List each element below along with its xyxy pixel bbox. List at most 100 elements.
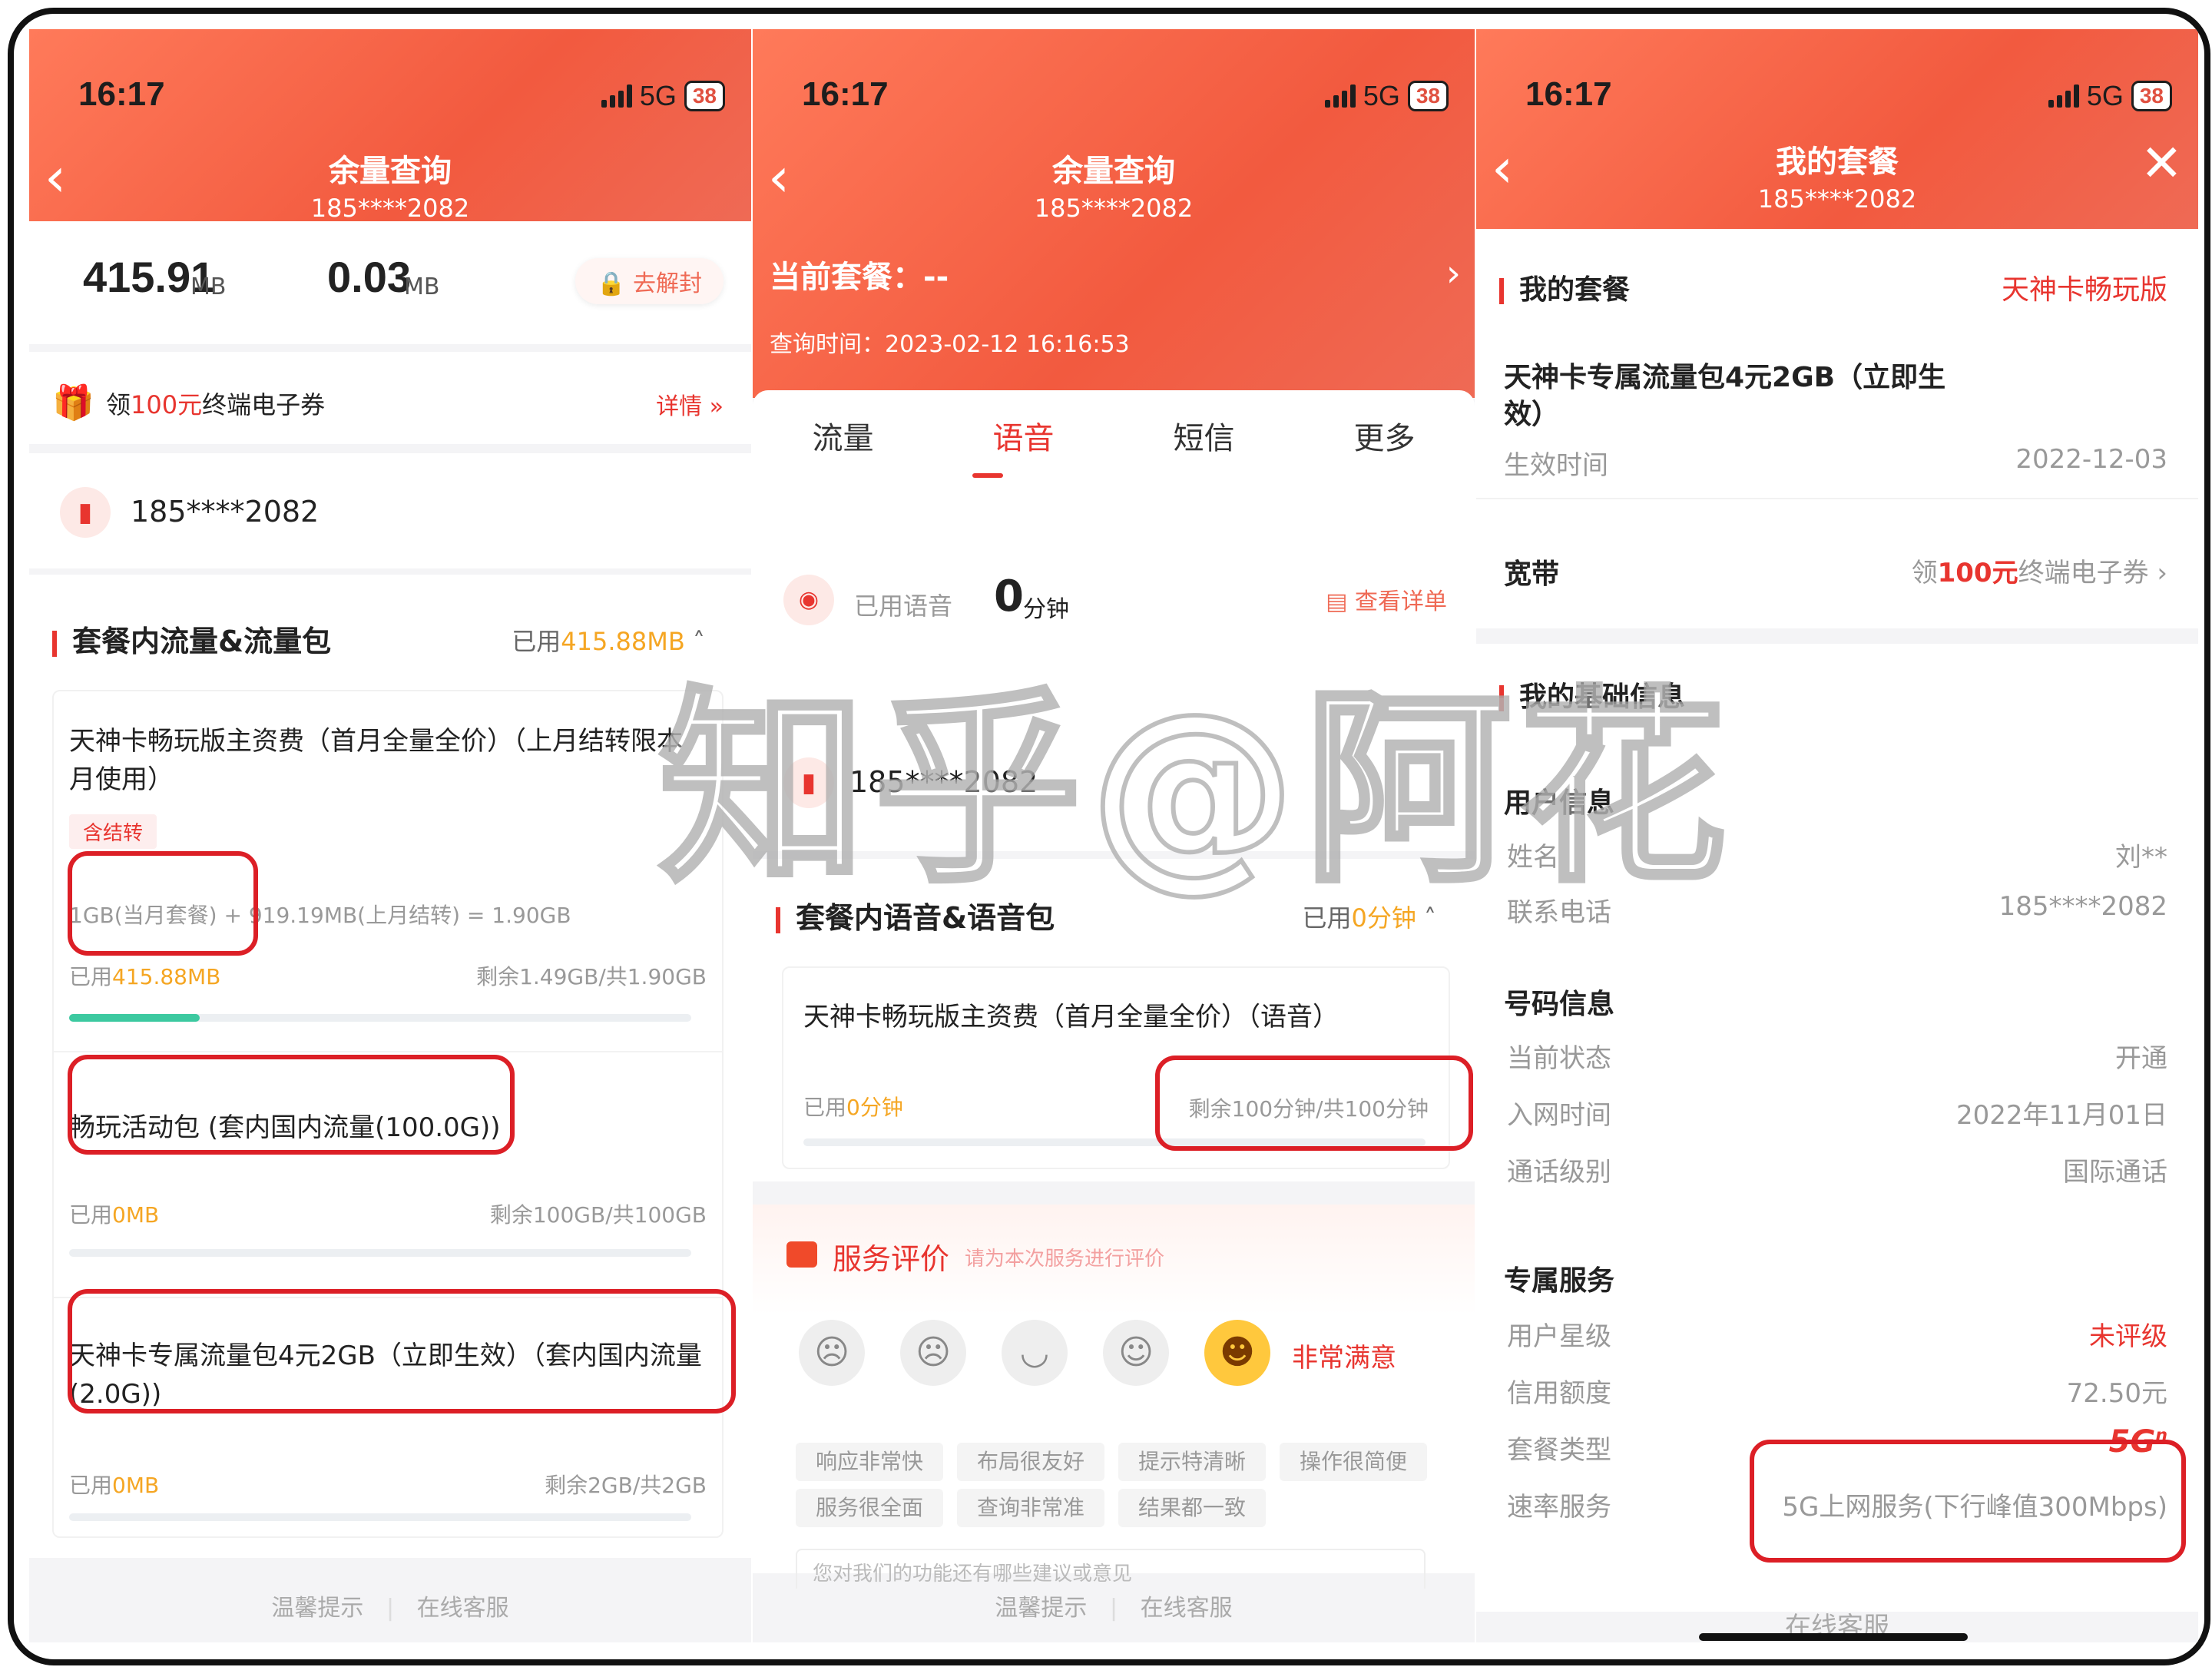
coupon-amount: 100元: [131, 390, 203, 419]
join-label: 入网时间: [1507, 1100, 1611, 1131]
rating-tag[interactable]: 服务很全面: [796, 1489, 944, 1527]
gift-icon: 🎁: [52, 383, 94, 423]
current-plan[interactable]: 当前套餐：--: [770, 252, 949, 297]
annotation-circle: [68, 1055, 515, 1155]
back-icon[interactable]: ‹: [768, 151, 790, 204]
smile-face-icon[interactable]: ☺: [1103, 1320, 1169, 1386]
section-marker: [52, 630, 57, 657]
chevron-right-icon[interactable]: ›: [1446, 252, 1461, 295]
plan-value: --: [923, 260, 949, 295]
item1-used: 已用415.88MB: [69, 960, 220, 991]
status-time: 16:17: [1525, 75, 1612, 113]
close-icon[interactable]: ✕: [2141, 138, 2183, 189]
back-icon[interactable]: ‹: [1492, 141, 1513, 195]
battery-icon: 38: [684, 81, 725, 111]
state-label: 当前状态: [1507, 1043, 1611, 1074]
network-label: 5G: [1363, 80, 1400, 111]
item3-progress: [69, 1513, 691, 1521]
signal-icon: [1324, 85, 1356, 108]
divider: [1476, 498, 2198, 499]
rating-tag[interactable]: 结果都一致: [1118, 1489, 1267, 1527]
feedback-input[interactable]: 您对我们的功能还有哪些建议或意见: [796, 1549, 1426, 1595]
back-icon[interactable]: ‹: [45, 151, 66, 204]
call-value: 国际通话: [2063, 1157, 2167, 1188]
broadband-coupon[interactable]: 领100元终端电子券 ›: [1912, 552, 2167, 589]
footer-divider: |: [386, 1595, 395, 1622]
number-info-title: 号码信息: [1504, 989, 1615, 1020]
detail-link[interactable]: ▤ 查看详单: [1326, 582, 1447, 616]
item2-progress: [69, 1249, 691, 1257]
rating-tag[interactable]: 提示特清晰: [1118, 1443, 1267, 1481]
sad-face-icon[interactable]: ☹: [900, 1320, 966, 1386]
tab-more[interactable]: 更多: [1354, 413, 1416, 482]
name-value: 刘**: [2115, 842, 2167, 873]
item2-used: 已用0MB: [69, 1198, 159, 1229]
divider: [54, 1051, 722, 1052]
voice-used-value: 0: [994, 572, 1024, 621]
network-label: 5G: [639, 80, 677, 111]
battery-icon: 38: [2131, 81, 2172, 111]
rating-tag[interactable]: 布局很友好: [957, 1443, 1105, 1481]
neutral-face-icon[interactable]: ◡: [1002, 1320, 1068, 1386]
broadband-suffix: 终端电子券 ›: [2018, 558, 2167, 588]
item3-used-label: 已用: [69, 1473, 113, 1498]
home-indicator: [1699, 1633, 1968, 1641]
rating-tag[interactable]: 操作很简便: [1280, 1443, 1428, 1481]
data-summary-card: 415.91 MB 0.03 MB 🔒 去解封: [29, 221, 751, 344]
section-title-text: 套餐内流量&流量包: [72, 625, 332, 658]
angry-face-icon[interactable]: ☹: [799, 1320, 865, 1386]
status-bar: 16:17 5G 38: [29, 75, 751, 121]
plan-type-label: 套餐类型: [1507, 1435, 1611, 1466]
voice-item-used-label: 已用: [803, 1095, 847, 1120]
detail-link-label: 查看详单: [1355, 588, 1447, 615]
tab-voice[interactable]: 语音: [993, 413, 1055, 482]
page-title: 余量查询: [329, 154, 452, 189]
data-right-value: 0.03: [327, 253, 411, 301]
annotation-circle: [1750, 1440, 2186, 1563]
online-service-link[interactable]: 在线客服: [1141, 1595, 1233, 1622]
package-name: 天神卡专属流量包4元2GB（立即生效）: [1504, 362, 1946, 430]
nav-bar: ‹ 余量查询 185****2082: [29, 137, 751, 223]
header: 16:17 5G 38 ‹ 余量查询 185****2082 当前套餐：-- ›…: [753, 29, 1475, 398]
my-plan-label-text: 我的套餐: [1519, 274, 1631, 306]
unlock-button[interactable]: 🔒 去解封: [575, 258, 724, 304]
rating-title: 服务评价: [833, 1242, 950, 1276]
list-icon: ▤: [1326, 588, 1355, 615]
tips-link[interactable]: 温馨提示: [995, 1595, 1087, 1622]
annotation-circle: [68, 851, 258, 956]
tab-traffic[interactable]: 流量: [813, 413, 874, 482]
online-service-link[interactable]: 在线客服: [417, 1595, 509, 1622]
voice-used-label: 已用语音: [854, 592, 953, 621]
page-subtitle: 185****2082: [1757, 184, 1917, 214]
grin-face-icon[interactable]: ☻: [1204, 1320, 1270, 1386]
rating-tag[interactable]: 响应非常快: [796, 1443, 944, 1481]
rating-tag[interactable]: 查询非常准: [957, 1489, 1105, 1527]
coupon-detail-link[interactable]: 详情 »: [656, 387, 724, 421]
status-icons: 5G 38: [1324, 80, 1449, 112]
status-time: 16:17: [802, 75, 889, 113]
item1-title: 天神卡畅玩版主资费（首月全量全价）（上月结转限本月使用）: [69, 726, 683, 795]
phone-row: ▮ 185****2082: [29, 453, 751, 568]
watermark: 知乎@阿花: [657, 666, 1734, 913]
status-time: 16:17: [78, 75, 165, 113]
active-tab-indicator: [972, 473, 1003, 478]
annotation-circle: [1155, 1056, 1473, 1151]
nav-bar: ‹ 我的套餐 185****2082 ✕: [1476, 128, 2198, 214]
broadband-prefix: 领: [1911, 558, 1938, 588]
effective-value: 2022-12-03: [2015, 444, 2167, 475]
unlock-label: 去解封: [633, 270, 702, 297]
plan-label: 当前套餐：: [770, 260, 923, 295]
section-title: 套餐内流量&流量包: [52, 618, 331, 660]
data-left-unit: MB: [190, 273, 227, 300]
my-plan-label: 我的套餐: [1499, 267, 1630, 307]
tips-link[interactable]: 温馨提示: [271, 1595, 363, 1622]
page-title: 我的套餐: [1776, 144, 1899, 180]
service-rating: 服务评价 请为本次服务进行评价 ☹ ☹ ◡ ☺ ☻ 非常满意 响应非常快 布局很…: [753, 1205, 1475, 1595]
voice-item-used-value: 0分钟: [846, 1095, 903, 1120]
status-icons: 5G 38: [2048, 80, 2172, 112]
coupon-banner[interactable]: 🎁 领100元终端电子券 详情 »: [29, 352, 751, 444]
rating-selected: 非常满意: [1292, 1343, 1396, 1374]
item1-remain: 剩余1.49GB/共1.90GB: [476, 964, 707, 989]
tab-sms[interactable]: 短信: [1174, 413, 1235, 482]
voice-icon: ◉: [783, 575, 834, 625]
